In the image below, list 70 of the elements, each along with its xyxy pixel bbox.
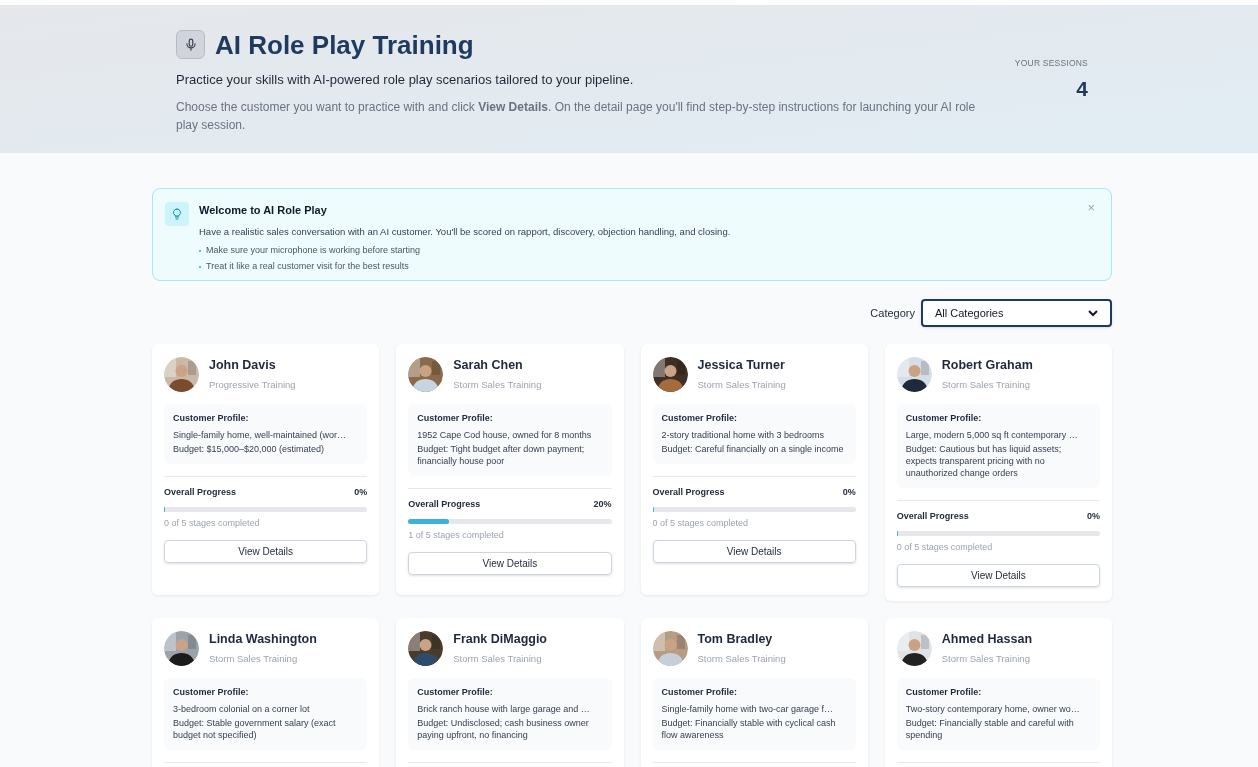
stages-text: 1 of 5 stages completed	[408, 528, 505, 542]
instructions-text: Choose the customer you want to practice with and click View Details. On the detail page you'll find step-by-step instructions for launching your AI role play session.	[176, 98, 977, 134]
profile-home: Brick ranch house with large garage and …	[417, 702, 591, 716]
customer-name: Tom Bradley	[697, 631, 774, 648]
customer-name: Linda Washington	[209, 631, 317, 648]
program-name: Storm Sales Training	[697, 377, 786, 392]
profile-home: Single-family home with two-car garage f…	[661, 702, 835, 716]
profile-label: Customer Profile:	[417, 686, 494, 699]
profile-label: Customer Profile:	[661, 412, 738, 425]
program-name: Storm Sales Training	[453, 651, 543, 666]
profile-home: Single-family home, well-maintained (wor…	[173, 428, 348, 442]
view-details-button[interactable]: View Details	[896, 564, 1100, 587]
sessions-count: 4	[1076, 75, 1088, 102]
tip-text: Treat it like a real customer visit for the best results	[206, 260, 409, 274]
profile-budget: Budget: Undisclosed; cash business owner paying upfront, no financing	[417, 717, 590, 741]
progress-percent: 0%	[1087, 510, 1100, 523]
chevron-down-icon	[1088, 309, 1098, 317]
profile-home: 2-story traditional home with 3 bedrooms	[661, 428, 826, 442]
profile-home: 3-bedroom colonial on a corner lot	[173, 702, 311, 716]
customer-name: Frank DiMaggio	[453, 631, 547, 648]
profile-label: Customer Profile:	[905, 412, 983, 425]
profile-label: Customer Profile:	[417, 412, 494, 425]
progress-percent: 0%	[354, 486, 368, 499]
program-name: Progressive Training	[209, 377, 296, 392]
customer-name: Sarah Chen	[453, 357, 524, 374]
progress-label: Overall Progress	[896, 510, 969, 523]
customer-name: Ahmed Hassan	[941, 631, 1033, 648]
sessions-label: YOUR SESSIONS	[1014, 57, 1088, 70]
view-details-button[interactable]: View Details	[164, 540, 368, 563]
profile-budget: Budget: Financially stable with cyclical cash flow awareness	[661, 717, 837, 741]
progress-label: Overall Progress	[164, 486, 237, 499]
customer-name: Jessica Turner	[697, 357, 786, 374]
profile-budget: Budget: Tight budget after down payment; financially house poor	[417, 443, 586, 467]
view-details-button[interactable]: View Details	[408, 552, 612, 575]
progress-label: Overall Progress	[652, 486, 725, 499]
view-details-button[interactable]: View Details	[652, 540, 856, 563]
microphone-icon	[176, 30, 205, 59]
profile-budget: Budget: Cautious but has liquid assets; expects transparent pricing with no unauthorized change orders	[905, 443, 1063, 479]
program-name: Storm Sales Training	[697, 651, 786, 666]
category-label: Category	[870, 305, 915, 321]
stages-text: 0 of 5 stages completed	[896, 540, 994, 554]
customer-name: John Davis	[209, 357, 277, 374]
profile-budget: Budget: $15,000–$20,000 (estimated)	[173, 443, 326, 455]
profile-budget: Budget: Financially stable and careful with spending	[905, 717, 1075, 741]
progress-label: Overall Progress	[408, 498, 481, 511]
program-name: Storm Sales Training	[209, 651, 299, 666]
welcome-title: Welcome to AI Role Play	[199, 203, 327, 218]
program-name: Storm Sales Training	[941, 377, 1031, 392]
program-name: Storm Sales Training	[453, 377, 542, 392]
welcome-text: Have a realistic sales conversation with an AI customer. You'll be scored on rapport, discovery, objection handling, and closing.	[199, 224, 732, 239]
profile-home: 1952 Cape Cod house, owned for 8 months	[417, 428, 593, 442]
profile-home: Two-story contemporary home, owner wo…	[905, 702, 1081, 716]
profile-label: Customer Profile:	[905, 686, 983, 699]
category-select[interactable]: All Categories	[921, 299, 1112, 327]
tip-text: Make sure your microphone is working before starting	[206, 243, 421, 257]
stages-text: 0 of 5 stages completed	[164, 516, 261, 530]
page-title: AI Role Play Training	[215, 31, 474, 58]
customer-name: Robert Graham	[941, 357, 1033, 374]
progress-percent: 20%	[593, 498, 612, 511]
page-subtitle: Practice your skills with AI-powered role play scenarios tailored to your pipeline.	[176, 71, 635, 89]
profile-budget: Budget: Careful financially on a single income	[661, 443, 845, 455]
profile-label: Customer Profile:	[661, 686, 738, 699]
program-name: Storm Sales Training	[941, 651, 1031, 666]
profile-label: Customer Profile:	[173, 412, 250, 425]
profile-home: Large, modern 5,000 sq ft contemporary …	[905, 428, 1079, 442]
profile-label: Customer Profile:	[173, 686, 250, 699]
stages-text: 0 of 5 stages completed	[652, 516, 750, 530]
progress-percent: 0%	[842, 486, 856, 499]
lightbulb-icon	[165, 202, 189, 226]
profile-budget: Budget: Stable government salary (exact budget not specified)	[173, 717, 337, 741]
